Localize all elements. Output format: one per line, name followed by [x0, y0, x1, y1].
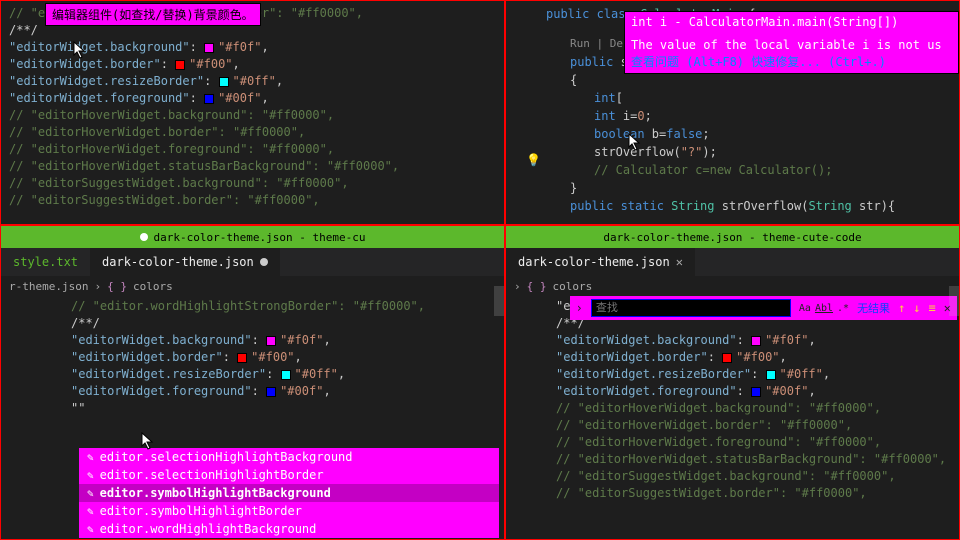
suggest-label: editor.selectionHighlightBorder — [100, 468, 324, 482]
tab-bar-br: dark-color-theme.json ✕ — [506, 248, 959, 276]
code-line: // "editorSuggestWidget.border": "#ff000… — [536, 485, 951, 502]
color-swatch-icon — [751, 336, 761, 346]
tab[interactable]: style.txt — [1, 248, 90, 276]
suggest-item[interactable]: ✎ editor.wordHighlightBackground — [79, 520, 499, 538]
code-line: "editorWidget.background": "#f0f", — [536, 332, 951, 349]
find-expand-icon[interactable]: › — [576, 301, 583, 315]
modified-dot-icon — [140, 233, 148, 241]
color-swatch-icon — [237, 353, 247, 363]
color-swatch-icon — [175, 60, 185, 70]
code-line: "editorWidget.resizeBorder": "#0ff", — [9, 73, 496, 90]
tab[interactable]: dark-color-theme.json ✕ — [506, 248, 695, 276]
suggest-item[interactable]: ✎ editor.symbolHighlightBackground — [79, 484, 499, 502]
suggest-glyph-icon: ✎ — [87, 487, 94, 500]
pane-bottom-right: dark-color-theme.json - theme-cute-code … — [505, 225, 960, 540]
code-line: "editorWidget.border": "#f00", — [31, 349, 496, 366]
tab-label: dark-color-theme.json — [518, 255, 670, 269]
find-noresult: 无结果 — [857, 300, 890, 316]
find-word-icon[interactable]: Abl — [815, 303, 833, 314]
titlebar-bl: dark-color-theme.json - theme-cu — [1, 226, 504, 248]
suggest-item[interactable]: ✎ editor.selectionHighlightBackground — [79, 448, 499, 466]
hover-body: The value of the local variable i is not… — [631, 37, 952, 54]
code-line: // "editorHoverWidget.statusBarBackgroun… — [9, 158, 496, 175]
color-swatch-icon — [204, 94, 214, 104]
code-line: "editorWidget.resizeBorder": "#0ff", — [536, 366, 951, 383]
tab-label: style.txt — [13, 255, 78, 269]
scrollbar[interactable] — [949, 226, 959, 539]
suggest-label: editor.symbolHighlightBackground — [100, 486, 331, 500]
lightbulb-icon[interactable]: 💡 — [526, 153, 541, 167]
suggest-glyph-icon: ✎ — [87, 469, 94, 482]
cursor-icon — [141, 432, 155, 450]
find-input[interactable] — [591, 299, 791, 317]
code-line: "editorWidget.border": "#f00", — [536, 349, 951, 366]
code-line: // "editorSuggestWidget.background": "#f… — [536, 468, 951, 485]
code-line: "editorWidget.resizeBorder": "#0ff", — [31, 366, 496, 383]
code-line: // "editorSuggestWidget.border": "#ff000… — [9, 192, 496, 209]
code-line: "editorWidget.foreground": "#00f", — [9, 90, 496, 107]
editor-br[interactable]: "edit/**/"editorWidget.background": "#f0… — [506, 296, 959, 504]
code-line: "editorWidget.foreground": "#00f", — [536, 383, 951, 400]
hover-hint[interactable]: 查看问题 (Alt+F8) 快速修复... (Ctrl+.) — [631, 54, 952, 71]
code-line: // "editorHoverWidget.background": "#ff0… — [9, 107, 496, 124]
scrollbar[interactable] — [494, 226, 504, 539]
suggest-label: editor.selectionHighlightBackground — [100, 450, 353, 464]
pane-bottom-left: dark-color-theme.json - theme-cu style.t… — [0, 225, 505, 540]
editor-bl[interactable]: // "editor.wordHighlightStrongBorder": "… — [1, 296, 504, 419]
color-swatch-icon — [266, 387, 276, 397]
code-line: // "editorHoverWidget.foreground": "#ff0… — [536, 434, 951, 451]
suggest-label: editor.wordHighlightBackground — [100, 522, 317, 536]
find-next-icon[interactable]: ↓ — [913, 301, 920, 315]
code-line: // "editorSuggestWidget.background": "#f… — [9, 175, 496, 192]
suggest-glyph-icon: ✎ — [87, 451, 94, 464]
code-line: // "editorHoverWidget.border": "#ff0000"… — [9, 124, 496, 141]
code-line: /**/ — [31, 315, 496, 332]
code-line: // "editorHoverWidget.border": "#ff0000"… — [536, 417, 951, 434]
code-line: // "editorHoverWidget.statusBarBackgroun… — [536, 451, 951, 468]
find-prev-icon[interactable]: ↑ — [898, 301, 905, 315]
breadcrumb-bl[interactable]: r-theme.json › { } colors — [1, 276, 504, 296]
color-swatch-icon — [751, 387, 761, 397]
suggest-glyph-icon: ✎ — [87, 505, 94, 518]
suggest-widget[interactable]: ✎ editor.selectionHighlightBackground ✎ edi… — [79, 448, 499, 538]
breadcrumb-br[interactable]: › { } colors — [506, 276, 959, 296]
color-swatch-icon — [219, 77, 229, 87]
suggest-item[interactable]: ✎ editor.symbolHighlightBorder — [79, 502, 499, 520]
color-swatch-icon — [266, 336, 276, 346]
color-swatch-icon — [766, 370, 776, 380]
find-menu-icon[interactable]: ≡ — [929, 301, 936, 315]
code-line: // "editorHoverWidget.foreground": "#ff0… — [9, 141, 496, 158]
tab-bar-bl: style.txt dark-color-theme.json — [1, 248, 504, 276]
find-widget[interactable]: › Aa Abl .* 无结果 ↑ ↓ ≡ ✕ — [570, 296, 957, 320]
cursor-icon — [73, 41, 87, 59]
pane-top-right: public class CalculatorMain { Run | Debu… — [505, 0, 960, 225]
find-case-icon[interactable]: Aa — [799, 303, 811, 314]
tab[interactable]: dark-color-theme.json — [90, 248, 280, 276]
modified-dot-icon — [260, 258, 268, 266]
suggest-glyph-icon: ✎ — [87, 523, 94, 536]
code-line: // "editorHoverWidget.background": "#ff0… — [536, 400, 951, 417]
tab-label: dark-color-theme.json — [102, 255, 254, 269]
color-swatch-icon — [722, 353, 732, 363]
cursor-icon — [628, 133, 642, 151]
titlebar-br: dark-color-theme.json - theme-cute-code — [506, 226, 959, 248]
code-line: "" — [31, 400, 496, 417]
code-line: // "editor.wordHighlightStrongBorder": "… — [31, 298, 496, 315]
code-line: "editorWidget.background": "#f0f", — [31, 332, 496, 349]
find-regex-icon[interactable]: .* — [837, 303, 849, 314]
hover-title: int i - CalculatorMain.main(String[]) — [631, 14, 952, 31]
code-line: "editorWidget.foreground": "#00f", — [31, 383, 496, 400]
color-swatch-icon — [281, 370, 291, 380]
editor-tl[interactable]: // "editor.wordHighlightStrongBorder": "… — [1, 1, 504, 213]
hover-tooltip: 编辑器组件(如查找/替换)背景颜色。 — [45, 3, 261, 26]
hover-widget: int i - CalculatorMain.main(String[]) Th… — [624, 11, 959, 74]
close-icon[interactable]: ✕ — [676, 255, 683, 269]
pane-top-left: // "editor.wordHighlightStrongBorder": "… — [0, 0, 505, 225]
color-swatch-icon — [204, 43, 214, 53]
suggest-label: editor.symbolHighlightBorder — [100, 504, 302, 518]
suggest-item[interactable]: ✎ editor.selectionHighlightBorder — [79, 466, 499, 484]
